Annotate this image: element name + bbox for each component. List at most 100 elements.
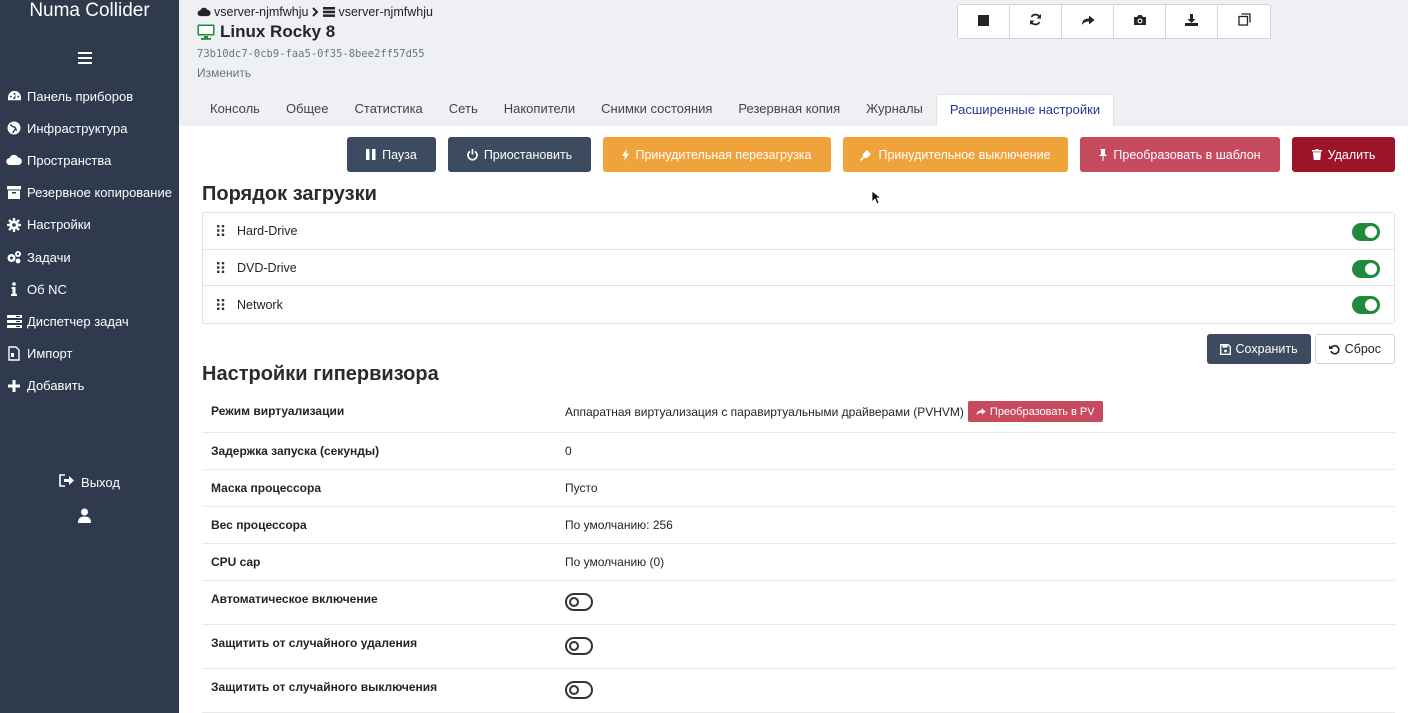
edit-tags-link[interactable]: Изменить [197,66,251,80]
tab-console[interactable]: Консоль [197,94,273,126]
setting-row-cpu-weight: Вес процессора По умолчанию: 256 [202,507,1395,544]
setting-value: Аппаратная виртуализация с паравиртуальн… [565,401,1395,422]
setting-row-protect-shutdown: Защитить от случайного выключения [202,669,1395,713]
vm-header: vserver-njmfwhju vserver-njmfwhju Linux … [179,0,1408,126]
vm-action-buttons: Пауза Приостановить Принудительная перез… [335,137,1395,172]
setting-label: Защитить от случайного выключения [211,680,438,694]
menu-toggle-icon[interactable] [78,52,92,64]
sidebar-item-label: Об NC [27,281,67,297]
sidebar-item-add[interactable]: Добавить [0,370,179,402]
delete-label: Удалить [1327,147,1376,162]
cloud-icon [197,7,211,17]
server-icon [323,7,336,17]
breadcrumb-pool-link[interactable]: vserver-njmfwhju [214,5,308,19]
sidebar-item-backup[interactable]: Резервное копирование [0,177,179,209]
restart-icon [1029,13,1042,31]
pause-label: Пауза [382,147,417,162]
sidebar-item-label: Добавить [27,378,85,394]
sidebar-item-dashboard[interactable]: Панель приборов [0,80,179,112]
cpu-mask-value[interactable]: Пусто [565,481,1395,495]
chevron-right-icon [312,7,319,17]
save-button[interactable]: Сохранить [1206,334,1311,364]
tab-general[interactable]: Общее [273,94,342,126]
reset-button[interactable]: Сброс [1314,334,1395,364]
logout-button[interactable]: Выход [0,474,179,490]
snapshot-button[interactable] [1114,5,1166,38]
camera-icon [1133,13,1147,31]
boot-item-toggle[interactable] [1352,259,1380,278]
restart-button[interactable] [1010,5,1062,38]
cpu-cap-value[interactable]: По умолчанию (0) [565,555,1395,569]
boot-item-dvd-drive[interactable]: DVD-Drive [203,250,1394,287]
tab-network[interactable]: Сеть [436,94,491,126]
start-delay-value[interactable]: 0 [565,444,1395,458]
brand-logo[interactable]: Numa Collider [0,0,179,30]
advanced-settings-panel: Пауза Приостановить Принудительная перез… [179,126,1408,713]
stop-icon [978,13,989,31]
tab-snapshots[interactable]: Снимки состояния [588,94,725,126]
breadcrumb-host-link[interactable]: vserver-njmfwhju [338,5,432,19]
cloud-icon [6,152,22,168]
convert-to-pv-label: Преобразовать в PV [989,405,1095,418]
tasks-icon [6,313,22,329]
boot-order-title: Порядок загрузки [202,183,377,205]
protect-shutdown-toggle[interactable] [565,681,593,699]
migrate-button[interactable] [1062,5,1114,38]
convert-to-template-label: Преобразовать в шаблон [1113,147,1261,162]
sidebar-item-about[interactable]: Об NC [0,273,179,305]
setting-label: CPU cap [211,555,261,569]
boot-item-toggle[interactable] [1352,223,1380,241]
auto-power-toggle[interactable] [565,593,593,611]
drag-handle-icon[interactable] [217,262,225,274]
setting-value [565,680,1395,699]
export-button[interactable] [1166,5,1218,38]
sidebar-item-label: Пространства [27,152,112,168]
delete-button[interactable]: Удалить [1292,137,1395,172]
sign-out-icon [59,474,75,490]
force-reboot-button[interactable]: Принудительная перезагрузка [603,137,831,172]
bolt-icon [622,148,630,161]
vm-name: Linux Rocky 8 [220,22,336,41]
setting-row-cpu-mask: Маска процессора Пусто [202,470,1395,507]
setting-label: Маска процессора [211,481,321,495]
pause-icon [366,149,376,160]
sidebar-item-task-manager[interactable]: Диспетчер задач [0,305,179,337]
floppy-icon [1219,343,1231,355]
boot-item-network[interactable]: Network [203,286,1394,323]
drag-handle-icon[interactable] [217,225,225,237]
sidebar-item-spaces[interactable]: Пространства [0,144,179,176]
sidebar-item-import[interactable]: Импорт [0,338,179,370]
sidebar-item-infrastructure[interactable]: Инфраструктура [0,112,179,144]
tab-stats[interactable]: Статистика [342,94,436,126]
gears-icon [6,249,22,265]
setting-row-virt-mode: Режим виртуализации Аппаратная виртуализ… [202,395,1395,433]
suspend-button[interactable]: Приостановить [448,137,591,172]
force-reboot-label: Принудительная перезагрузка [635,147,812,162]
mouse-cursor-icon [871,190,883,210]
user-icon[interactable] [78,508,92,523]
stop-button[interactable] [958,5,1010,38]
logout-label: Выход [81,474,120,490]
setting-label: Защитить от случайного удаления [211,636,418,650]
cpu-weight-value[interactable]: По умолчанию: 256 [565,518,1395,532]
convert-to-pv-button[interactable]: Преобразовать в PV [967,401,1103,422]
tab-disks[interactable]: Накопители [491,94,588,126]
sidebar-item-label: Резервное копирование [27,185,172,201]
boot-item-hard-drive[interactable]: Hard-Drive [203,213,1394,250]
suspend-label: Приостановить [483,147,573,162]
sidebar-item-settings[interactable]: Настройки [0,209,179,241]
migrate-icon [1081,13,1095,31]
drag-handle-icon[interactable] [217,299,225,311]
pause-button[interactable]: Пауза [347,137,436,172]
tab-logs[interactable]: Журналы [853,94,936,126]
protect-delete-toggle[interactable] [565,637,593,655]
sidebar-item-tasks[interactable]: Задачи [0,241,179,273]
boot-item-toggle[interactable] [1352,296,1380,315]
force-shutdown-button[interactable]: Принудительное выключение [843,137,1068,172]
tab-backup[interactable]: Резервная копия [725,94,853,126]
tab-advanced[interactable]: Расширенные настройки [935,94,1115,126]
save-label: Сохранить [1235,342,1298,356]
sidebar-item-label: Панель приборов [27,88,134,104]
convert-to-template-button[interactable]: Преобразовать в шаблон [1080,137,1280,172]
copy-button[interactable] [1218,5,1270,38]
